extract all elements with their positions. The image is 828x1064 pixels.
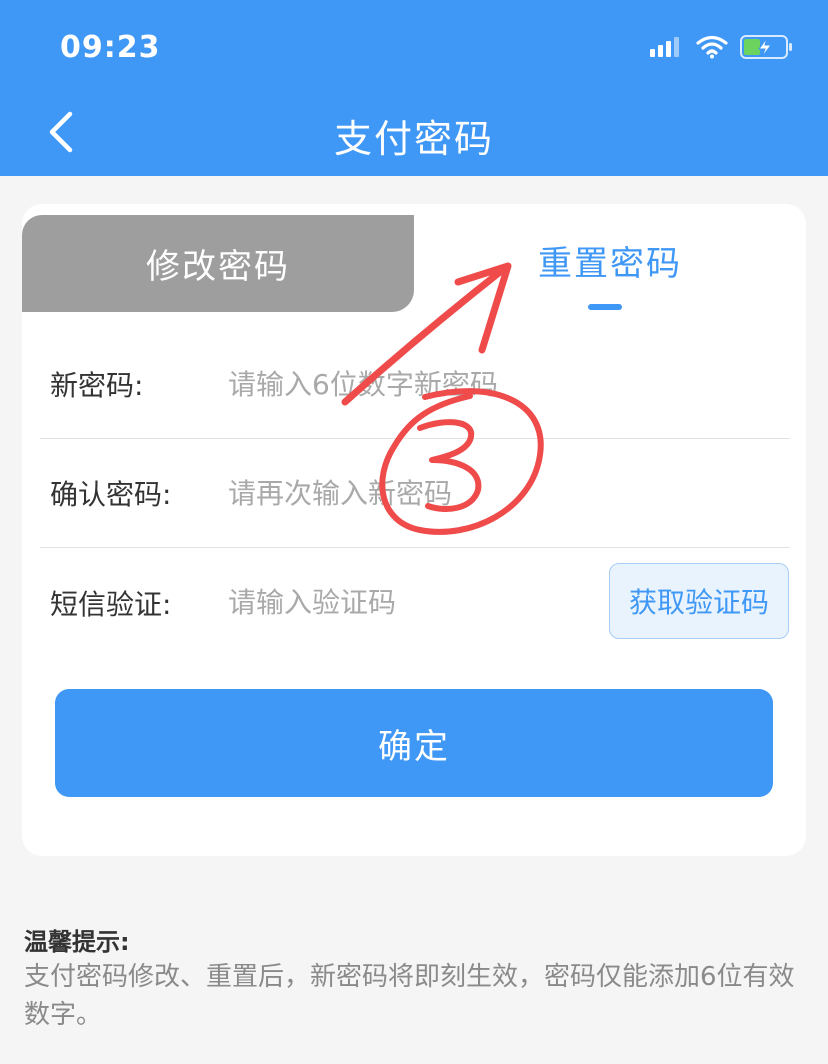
wifi-icon — [696, 35, 728, 59]
tab-reset-password[interactable]: 重置密码 — [414, 204, 806, 312]
new-password-label: 新密码: — [50, 369, 144, 402]
tab-reset-password-label: 重置密码 — [538, 244, 682, 284]
tips-title: 温馨提示: — [24, 928, 130, 956]
sms-verification-label: 短信验证: — [50, 587, 172, 621]
confirm-password-row: 确认密码: — [40, 439, 790, 548]
cellular-signal-icon — [650, 37, 679, 57]
new-password-input[interactable] — [228, 367, 790, 401]
new-password-row: 新密码: — [40, 330, 790, 439]
status-icons — [650, 34, 794, 60]
tab-change-password[interactable]: 修改密码 — [22, 215, 414, 312]
get-code-button[interactable]: 获取验证码 — [609, 563, 789, 639]
confirm-password-label: 确认密码: — [50, 478, 172, 511]
page-title: 支付密码 — [333, 117, 494, 161]
confirm-password-input[interactable] — [228, 476, 790, 510]
tab-active-indicator — [588, 304, 622, 310]
sms-code-input[interactable] — [228, 586, 588, 619]
header: 09:23 支付密码 — [0, 0, 828, 176]
status-time: 09:23 — [60, 30, 161, 65]
confirm-button[interactable]: 确定 — [55, 689, 773, 797]
battery-charging-icon — [740, 35, 792, 59]
tips-body: 支付密码修改、重置后，新密码将即刻生效，密码仅能添加6位有效数字。 — [24, 962, 795, 1030]
password-card: 修改密码 重置密码 新密码: 确认密码: 短信验证: 获取验证码 确定 — [22, 204, 806, 856]
